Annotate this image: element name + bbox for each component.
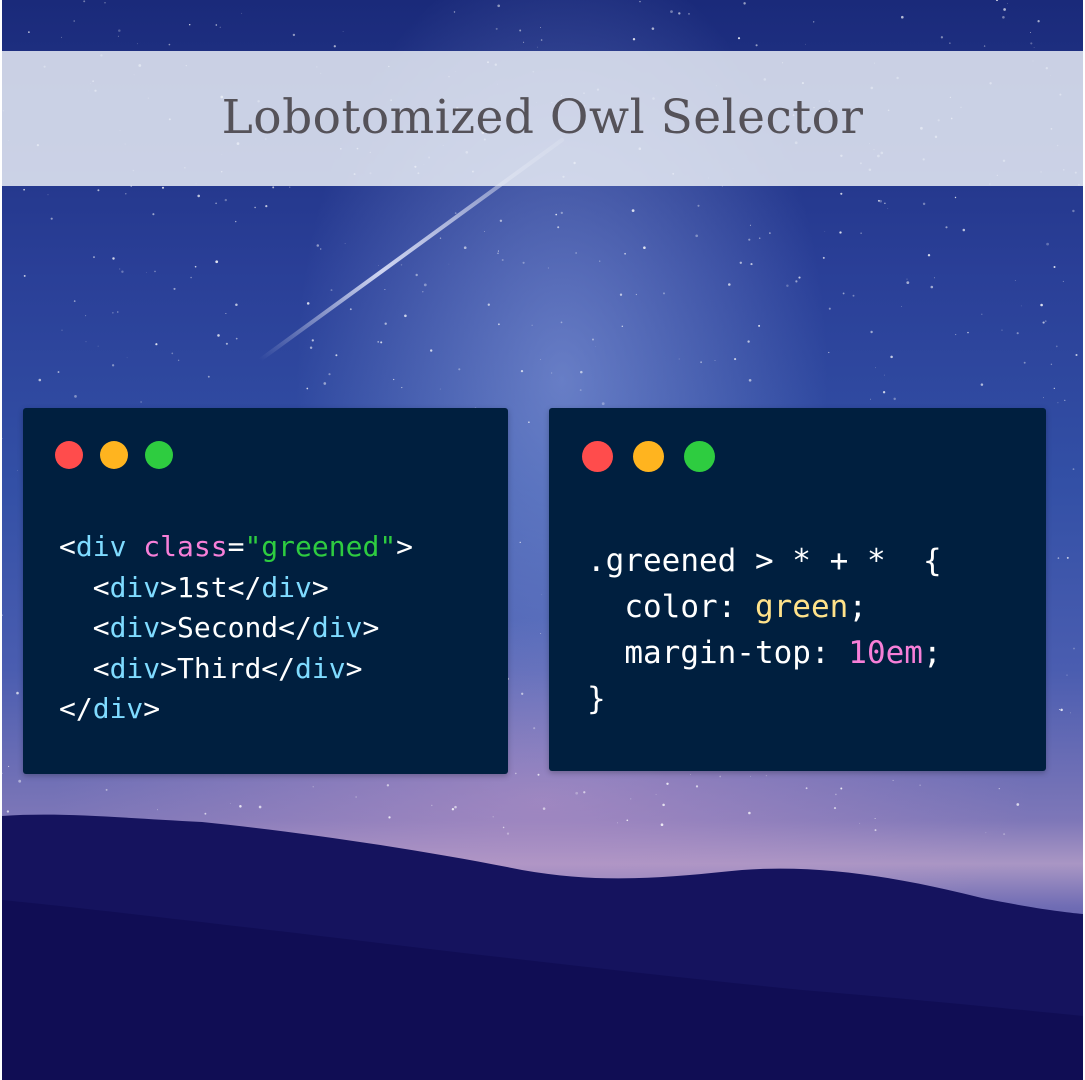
code-line: .greened > * + * { (587, 538, 942, 584)
code-token: green (754, 589, 849, 625)
code-line: <div>1st</div> (59, 568, 413, 609)
code-token: >1st</ (160, 570, 262, 604)
code-token: ; (922, 635, 942, 671)
code-line: color: green; (587, 584, 942, 630)
code-token: < (59, 530, 76, 563)
title-banner: Lobotomized Owl Selector (2, 51, 1083, 186)
maximize-dot-icon (684, 441, 715, 472)
code-token: < (59, 651, 110, 685)
code-token: div (109, 651, 161, 685)
window-controls (582, 441, 735, 472)
code-token: div (109, 611, 161, 644)
code-token: > (311, 570, 329, 604)
code-token: "greened" (244, 530, 397, 563)
code-token: > (345, 651, 363, 685)
code-token: div (75, 530, 127, 563)
code-token: < (59, 570, 110, 604)
code-token: div (295, 651, 346, 685)
page-title: Lobotomized Owl Selector (221, 90, 864, 145)
close-dot-icon (55, 441, 83, 469)
code-token: class (143, 530, 228, 563)
code-token: >Second</ (160, 611, 312, 644)
css-code-window: .greened > * + * { color: green; margin-… (549, 408, 1046, 771)
code-token: .greened > * + * { (587, 543, 942, 579)
code-line: <div class="greened"> (59, 527, 413, 568)
code-token: >Third</ (160, 651, 296, 685)
code-token: div (261, 570, 312, 604)
code-token: div (92, 692, 144, 725)
minimize-dot-icon (100, 441, 128, 469)
code-token: > (143, 692, 161, 725)
code-token: ; (848, 589, 867, 625)
close-dot-icon (582, 441, 613, 472)
code-line: <div>Second</div> (59, 608, 413, 649)
code-line: margin-top: 10em; (587, 630, 942, 676)
code-line: } (587, 676, 942, 722)
code-token: 10em (848, 635, 923, 671)
code-line: <div>Third</div> (59, 649, 413, 690)
code-line: </div> (59, 689, 413, 730)
css-code-block: .greened > * + * { color: green; margin-… (587, 538, 942, 722)
code-token: = (227, 530, 245, 563)
code-token: margin-top: (587, 635, 849, 671)
minimize-dot-icon (633, 441, 664, 472)
html-code-window: <div class="greened"> <div>1st</div> <di… (23, 408, 508, 774)
maximize-dot-icon (145, 441, 173, 469)
code-token: </ (59, 692, 93, 725)
code-token: < (59, 611, 110, 644)
poster-canvas: Lobotomized Owl Selector <div class="gre… (0, 0, 1085, 1080)
code-token: > (396, 530, 414, 563)
html-code-block: <div class="greened"> <div>1st</div> <di… (59, 527, 413, 730)
code-token: div (311, 611, 363, 644)
code-token: > (362, 611, 380, 644)
code-token: color: (587, 589, 755, 625)
code-token: } (587, 681, 606, 717)
window-controls (55, 441, 190, 469)
code-token: div (109, 570, 161, 604)
